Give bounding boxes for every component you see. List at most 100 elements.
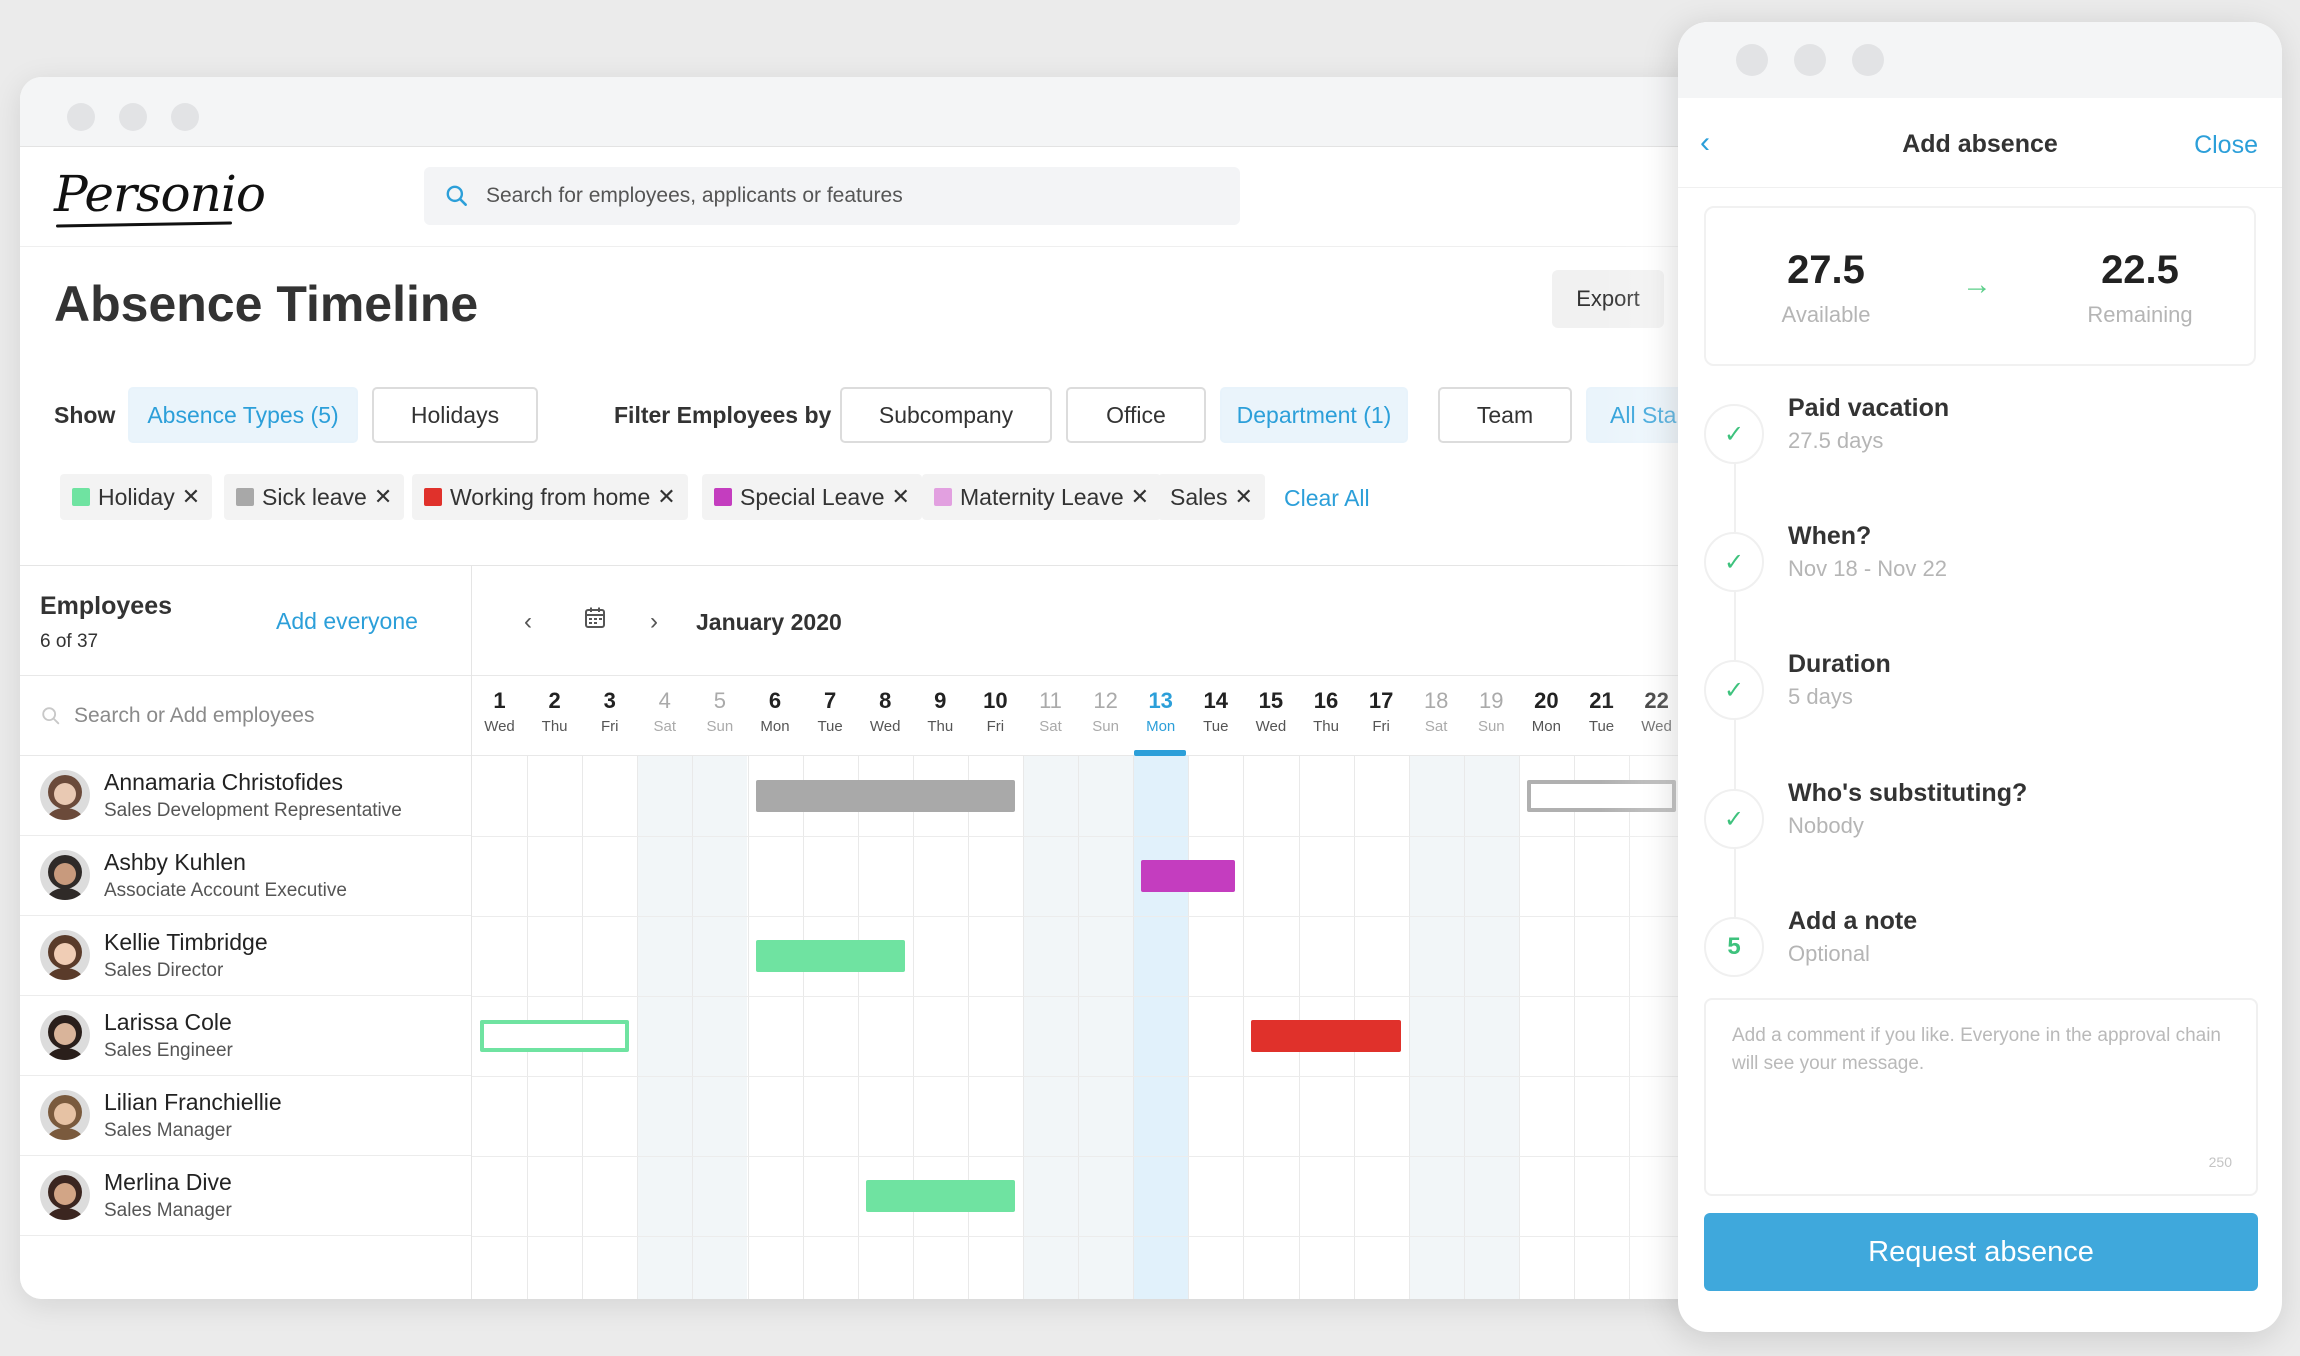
panel-minimize-dot[interactable] (1794, 44, 1826, 76)
clear-all-link[interactable]: Clear All (1284, 485, 1370, 512)
remove-tag-icon[interactable]: ✕ (1235, 484, 1253, 510)
employee-name[interactable]: Annamaria Christofides (104, 769, 343, 796)
day-header-19[interactable]: 19 Sun (1464, 676, 1519, 756)
tag-special-leave[interactable]: Special Leave ✕ (702, 474, 922, 520)
employee-search-input[interactable]: Search or Add employees (20, 676, 471, 756)
day-header-8[interactable]: 8 Wed (858, 676, 913, 756)
day-header-1[interactable]: 1 Wed (472, 676, 527, 756)
chevron-right-icon[interactable]: › (650, 608, 658, 636)
tag-holiday[interactable]: Holiday ✕ (60, 474, 213, 520)
day-header-3[interactable]: 3 Fri (582, 676, 637, 756)
day-header-12[interactable]: 12 Sun (1078, 676, 1133, 756)
global-search-input[interactable]: Search for employees, applicants or feat… (424, 167, 1240, 225)
holidays-filter[interactable]: Holidays (372, 387, 538, 443)
grid-column-line (802, 756, 804, 1299)
employee-name[interactable]: Lilian Franchiellie (104, 1089, 282, 1116)
absence-bar[interactable] (1251, 1020, 1401, 1052)
subcompany-filter[interactable]: Subcompany (840, 387, 1052, 443)
day-header-21[interactable]: 21 Tue (1574, 676, 1629, 756)
calendar-icon[interactable] (584, 606, 606, 637)
day-header-14[interactable]: 14 Tue (1188, 676, 1243, 756)
employee-row[interactable]: Ashby Kuhlen Associate Account Executive (20, 836, 471, 916)
employee-name[interactable]: Merlina Dive (104, 1169, 232, 1196)
employee-row[interactable]: Kellie Timbridge Sales Director (20, 916, 471, 996)
step-title: Add a note (1788, 907, 1918, 935)
absence-step[interactable]: ✓ When? Nov 18 - Nov 22 (1704, 522, 2244, 612)
team-filter[interactable]: Team (1438, 387, 1572, 443)
tag-maternity-leave[interactable]: Maternity Leave ✕ (922, 474, 1162, 520)
absence-step[interactable]: ✓ Paid vacation 27.5 days (1704, 394, 2244, 484)
employee-row[interactable]: Lilian Franchiellie Sales Manager (20, 1076, 471, 1156)
day-header-9[interactable]: 9 Thu (913, 676, 968, 756)
tag-working-from-home[interactable]: Working from home ✕ (412, 474, 688, 520)
personio-logo[interactable]: Personio (54, 165, 266, 223)
day-header-2[interactable]: 2 Thu (527, 676, 582, 756)
chevron-left-icon[interactable]: ‹ (524, 608, 532, 636)
absence-timeline: Employees 6 of 37 Add everyone Search or… (20, 565, 1820, 1299)
window-close-dot[interactable] (67, 103, 95, 131)
day-number: 12 (1093, 688, 1118, 713)
department-filter[interactable]: Department (1) (1220, 387, 1408, 443)
day-header-4[interactable]: 4 Sat (637, 676, 692, 756)
day-number: 6 (768, 688, 782, 713)
employee-name[interactable]: Ashby Kuhlen (104, 849, 246, 876)
remove-tag-icon[interactable]: ✕ (182, 484, 200, 510)
remove-tag-icon[interactable]: ✕ (892, 484, 910, 510)
employee-row[interactable]: Merlina Dive Sales Manager (20, 1156, 471, 1236)
day-header-11[interactable]: 11 Sat (1023, 676, 1078, 756)
export-button[interactable]: Export (1552, 270, 1664, 328)
employee-name[interactable]: Kellie Timbridge (104, 929, 268, 956)
grid-column-line (912, 756, 914, 1299)
day-header-16[interactable]: 16 Thu (1299, 676, 1354, 756)
remove-tag-icon[interactable]: ✕ (374, 484, 392, 510)
day-header-18[interactable]: 18 Sat (1409, 676, 1464, 756)
checkmark-icon: ✓ (1704, 660, 1764, 720)
weekend-column (637, 756, 693, 1299)
absence-step[interactable]: ✓ Duration 5 days (1704, 650, 2244, 740)
grid-column-line (857, 756, 859, 1299)
panel-close-dot[interactable] (1736, 44, 1768, 76)
grid-row-line (472, 1236, 1820, 1237)
note-textarea[interactable]: Add a comment if you like. Everyone in t… (1704, 998, 2258, 1196)
day-header-7[interactable]: 7 Tue (803, 676, 858, 756)
absence-types-filter[interactable]: Absence Types (5) (128, 387, 358, 443)
window-minimize-dot[interactable] (119, 103, 147, 131)
absence-step[interactable]: ✓ Who's substituting? Nobody (1704, 779, 2244, 869)
absence-bar[interactable] (755, 940, 905, 972)
office-filter[interactable]: Office (1066, 387, 1206, 443)
panel-maximize-dot[interactable] (1852, 44, 1884, 76)
day-header-15[interactable]: 15 Wed (1243, 676, 1298, 756)
absence-bar[interactable] (1141, 860, 1236, 892)
window-maximize-dot[interactable] (171, 103, 199, 131)
absence-step[interactable]: 5 Add a note Optional (1704, 907, 2244, 997)
request-absence-button[interactable]: Request absence (1704, 1213, 2258, 1291)
grid-column-line (1188, 756, 1190, 1299)
absence-bar[interactable] (865, 1180, 1015, 1212)
grid-row-line (472, 1076, 1820, 1077)
employee-row[interactable]: Annamaria Christofides Sales Development … (20, 756, 471, 836)
absence-bar[interactable] (755, 780, 1015, 812)
remove-tag-icon[interactable]: ✕ (1131, 484, 1149, 510)
remaining-value: 22.5 (2101, 248, 2179, 292)
weekday-label: Tue (1203, 718, 1229, 735)
day-number: 22 (1644, 688, 1669, 713)
absence-bar[interactable] (1526, 780, 1677, 812)
employee-name[interactable]: Larissa Cole (104, 1009, 232, 1036)
step-value: Nobody (1788, 813, 1864, 838)
add-everyone-link[interactable]: Add everyone (276, 608, 418, 635)
day-header-13[interactable]: 13 Mon (1133, 676, 1188, 756)
day-header-17[interactable]: 17 Fri (1354, 676, 1409, 756)
tag-label: Holiday (98, 483, 175, 510)
day-header-22[interactable]: 22 Wed (1629, 676, 1684, 756)
day-header-20[interactable]: 20 Mon (1519, 676, 1574, 756)
employee-row[interactable]: Larissa Cole Sales Engineer (20, 996, 471, 1076)
close-link[interactable]: Close (2194, 131, 2258, 160)
tag-sales[interactable]: Sales ✕ (1158, 474, 1265, 520)
employee-role: Sales Director (104, 960, 224, 981)
day-header-10[interactable]: 10 Fri (968, 676, 1023, 756)
day-header-5[interactable]: 5 Sun (692, 676, 747, 756)
remove-tag-icon[interactable]: ✕ (657, 484, 675, 510)
tag-sick-leave[interactable]: Sick leave ✕ (224, 474, 405, 520)
absence-bar[interactable] (480, 1020, 630, 1052)
day-header-6[interactable]: 6 Mon (748, 676, 803, 756)
